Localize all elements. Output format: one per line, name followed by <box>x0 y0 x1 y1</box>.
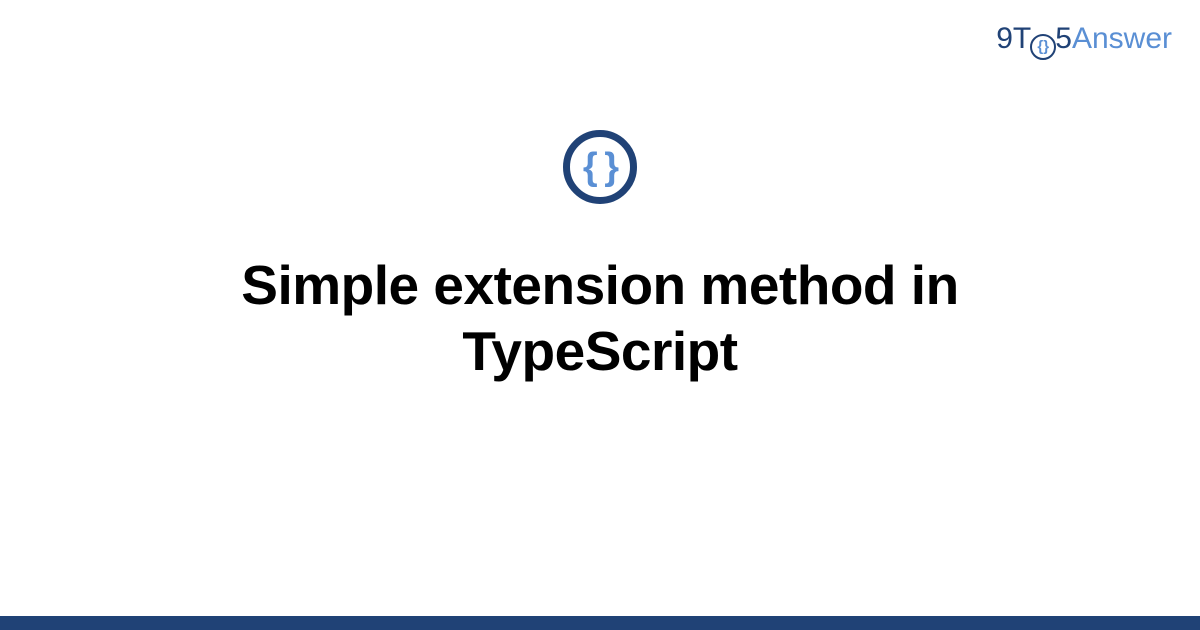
logo-text-9t: 9T <box>996 22 1031 55</box>
logo-text-answer: Answer <box>1072 22 1172 55</box>
code-braces-icon: { } <box>583 148 617 186</box>
logo-circle-icon: {} <box>1030 34 1056 60</box>
bottom-accent-bar <box>0 616 1200 630</box>
category-icon-circle: { } <box>563 130 637 204</box>
site-logo: 9T {} 5Answer <box>996 22 1172 60</box>
page-title: Simple extension method in TypeScript <box>150 252 1050 384</box>
main-content: { } Simple extension method in TypeScrip… <box>0 130 1200 384</box>
logo-text-5: 5 <box>1055 22 1072 55</box>
logo-braces-icon: {} <box>1037 39 1049 54</box>
